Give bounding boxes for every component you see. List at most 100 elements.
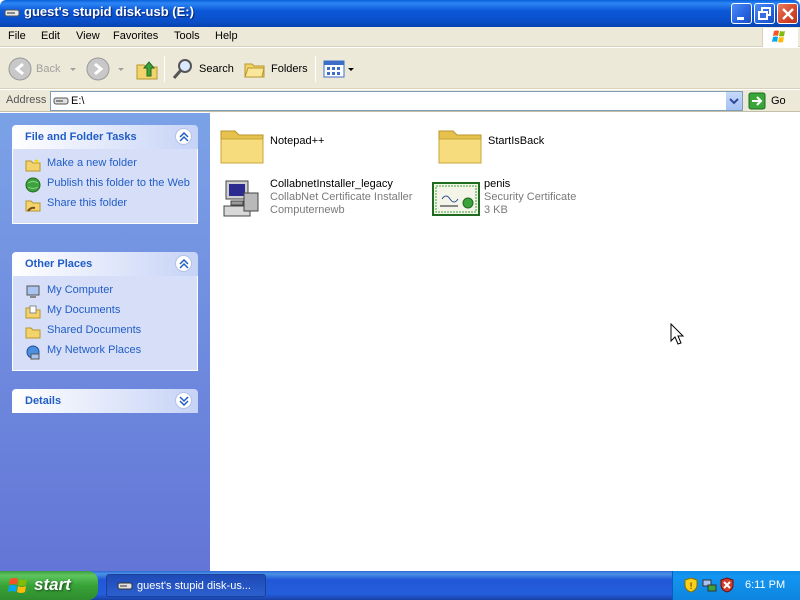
taskbar-window-label: guest's stupid disk-us... <box>137 580 251 592</box>
menu-edit[interactable]: Edit <box>41 30 60 42</box>
file-description: Security Certificate <box>484 191 577 203</box>
file-name: Notepad++ <box>270 135 325 147</box>
minimize-button[interactable] <box>731 3 752 24</box>
minimize-icon <box>737 17 744 20</box>
address-dropdown-button[interactable] <box>725 92 742 110</box>
address-value: E:\ <box>71 95 85 107</box>
place-my-computer[interactable]: My Computer <box>25 284 197 300</box>
dropdown-arrow-icon <box>118 68 124 71</box>
file-item-startisback[interactable]: StartIsBack <box>436 121 544 169</box>
views-button[interactable] <box>322 55 356 83</box>
address-bar: Address E:\ Go <box>0 90 800 112</box>
task-make-new-folder[interactable]: Make a new folder <box>25 157 197 173</box>
file-item-certificate[interactable]: penis Security Certificate 3 KB <box>432 175 576 223</box>
close-button[interactable] <box>777 3 798 24</box>
chevron-up-icon <box>179 132 189 142</box>
back-button[interactable]: Back <box>8 55 78 83</box>
network-places-icon <box>26 345 40 360</box>
file-folder-tasks-title: File and Folder Tasks <box>25 131 137 143</box>
other-places-header[interactable]: Other Places <box>12 252 198 276</box>
task-pane: File and Folder Tasks Make a new folder … <box>0 113 210 571</box>
file-name: StartIsBack <box>488 135 545 147</box>
security-shield-icon[interactable]: ! <box>683 577 699 593</box>
restore-button[interactable] <box>754 3 775 24</box>
file-item-collabnet-installer[interactable]: CollabnetInstaller_legacy CollabNet Cert… <box>218 175 412 223</box>
folders-button[interactable]: Folders <box>243 55 308 83</box>
file-name: penis <box>484 178 511 190</box>
back-arrow-icon <box>8 57 32 81</box>
address-input[interactable]: E:\ <box>50 91 743 111</box>
menu-help[interactable]: Help <box>215 30 238 42</box>
menu-bar: File Edit View Favorites Tools Help <box>0 27 800 47</box>
forward-arrow-icon <box>86 57 110 81</box>
start-label: start <box>34 575 71 594</box>
certificate-icon <box>432 182 480 216</box>
menu-file[interactable]: File <box>8 30 26 42</box>
chevron-up-icon <box>179 259 189 269</box>
mouse-cursor-icon <box>670 323 685 345</box>
up-folder-icon <box>136 61 158 80</box>
folders-label: Folders <box>271 63 308 75</box>
task-share-folder[interactable]: Share this folder <box>25 197 197 213</box>
place-my-documents-label: My Documents <box>47 304 121 316</box>
menu-tools[interactable]: Tools <box>174 30 200 42</box>
place-shared-documents[interactable]: Shared Documents <box>25 324 197 340</box>
start-button[interactable]: start <box>0 571 98 600</box>
svg-text:!: ! <box>689 582 693 592</box>
chevron-down-icon <box>729 98 739 105</box>
folder-icon <box>438 130 482 164</box>
restore-icon <box>758 7 771 20</box>
clock: 6:11 PM <box>745 579 786 591</box>
forward-button[interactable] <box>86 55 126 83</box>
search-label: Search <box>199 63 234 75</box>
globe-icon <box>25 177 41 193</box>
folder-icon <box>220 130 264 164</box>
drive-icon <box>117 582 133 590</box>
menu-favorites[interactable]: Favorites <box>113 30 158 42</box>
security-alert-icon[interactable] <box>719 577 735 593</box>
task-publish-folder[interactable]: Publish this folder to the Web <box>25 177 197 193</box>
network-icon[interactable] <box>701 577 717 593</box>
windows-logo-icon <box>762 28 798 47</box>
place-my-computer-label: My Computer <box>47 284 114 296</box>
details-header[interactable]: Details <box>12 389 198 413</box>
place-my-documents[interactable]: My Documents <box>25 304 197 320</box>
installer-computer-icon <box>223 180 259 217</box>
place-my-network-places[interactable]: My Network Places <box>25 344 197 360</box>
address-label: Address <box>6 94 47 106</box>
task-make-new-folder-label: Make a new folder <box>47 157 137 169</box>
search-button[interactable]: Search <box>171 55 234 83</box>
file-folder-tasks-header[interactable]: File and Folder Tasks <box>12 125 198 149</box>
task-share-folder-label: Share this folder <box>47 197 128 209</box>
other-places-panel: Other Places My Computer My Documents Sh… <box>12 252 198 371</box>
menu-view[interactable]: View <box>76 30 100 42</box>
taskbar-window-button[interactable]: guest's stupid disk-us... <box>106 574 266 597</box>
file-view[interactable]: Notepad++ StartIsBack CollabnetInstaller… <box>210 113 800 571</box>
other-places-body: My Computer My Documents Shared Document… <box>12 276 198 371</box>
go-arrow-icon <box>748 92 766 110</box>
windows-flag-icon <box>8 578 27 593</box>
expand-button[interactable] <box>175 392 192 409</box>
system-tray: ! 6:11 PM <box>672 571 800 600</box>
taskbar: start guest's stupid disk-us... ! 6:11 P… <box>0 571 800 600</box>
details-title: Details <box>25 395 62 407</box>
details-panel: Details <box>12 389 198 413</box>
place-my-network-places-label: My Network Places <box>47 344 142 356</box>
views-icon <box>323 60 345 78</box>
place-shared-documents-label: Shared Documents <box>47 324 142 336</box>
toolbar-separator <box>315 56 316 82</box>
computer-icon <box>26 285 40 298</box>
toolbar-separator <box>164 56 165 82</box>
file-folder-tasks-body: Make a new folder Publish this folder to… <box>12 149 198 224</box>
task-publish-folder-label: Publish this folder to the Web <box>47 177 190 189</box>
chevron-down-icon <box>179 396 189 406</box>
file-item-notepadpp[interactable]: Notepad++ <box>218 121 324 169</box>
go-button[interactable]: Go <box>748 91 786 111</box>
file-folder-tasks-panel: File and Folder Tasks Make a new folder … <box>12 125 198 224</box>
collapse-button[interactable] <box>175 128 192 145</box>
collapse-button[interactable] <box>175 255 192 272</box>
title-bar[interactable]: guest's stupid disk-usb (E:) <box>0 0 800 27</box>
other-places-title: Other Places <box>25 258 93 270</box>
file-name: CollabnetInstaller_legacy <box>270 178 393 190</box>
up-folder-button[interactable] <box>134 55 160 83</box>
